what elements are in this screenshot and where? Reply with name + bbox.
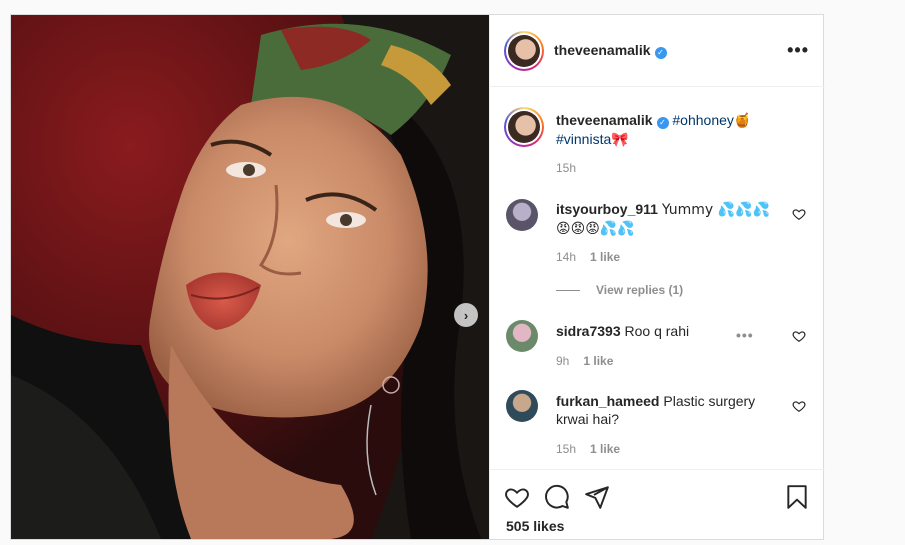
avatar-image <box>508 111 540 143</box>
commenter-avatar[interactable] <box>506 320 538 352</box>
comment-time[interactable]: 14h <box>556 250 576 264</box>
comment-body: Roo q rahi <box>624 323 690 339</box>
page: › theveenamalik ✓ ••• theveenamalik ✓ #ohh… <box>0 0 905 545</box>
verified-badge-icon: ✓ <box>656 117 669 129</box>
comment-body-line2: 😡😡😡💦💦 <box>556 221 635 237</box>
replies-divider <box>556 290 580 292</box>
next-arrow-icon: › <box>463 307 469 323</box>
comment-likes[interactable]: 1 like <box>590 442 620 456</box>
verified-badge-icon: ✓ <box>654 47 667 59</box>
view-replies-label[interactable]: View replies (1) <box>596 283 683 297</box>
post-card: › theveenamalik ✓ ••• theveenamalik ✓ #ohh… <box>10 14 825 540</box>
comment-meta: 14h 1 like <box>556 250 620 264</box>
comment-like-heart-icon[interactable] <box>792 399 806 413</box>
more-options-icon[interactable]: ••• <box>787 41 809 59</box>
comment: itsyourboy_911 Yummy 💦💦💦 😡😡😡💦💦 <box>556 200 776 238</box>
view-replies-button[interactable]: View replies (1) <box>556 283 683 297</box>
post-photo[interactable]: › <box>11 15 489 539</box>
comment-time[interactable]: 9h <box>556 354 569 368</box>
comment-likes[interactable]: 1 like <box>590 250 620 264</box>
heart-icon[interactable] <box>504 484 530 510</box>
ribbon-emoji: 🎀 <box>611 132 629 148</box>
comment-like-heart-icon[interactable] <box>792 329 806 343</box>
bookmark-icon[interactable] <box>784 484 810 510</box>
author-avatar[interactable] <box>504 31 544 71</box>
caption: theveenamalik ✓ #ohhoney🍯 #vinnista🎀 <box>556 111 806 149</box>
comment-options-icon[interactable]: ••• <box>736 327 754 343</box>
comment-like-heart-icon[interactable] <box>792 207 806 221</box>
next-photo-button[interactable]: › <box>454 303 478 327</box>
post-header: theveenamalik ✓ ••• <box>490 15 825 87</box>
comment-body-line2: krwai hai? <box>556 411 620 427</box>
comment: furkan_hameed Plastic surgery krwai hai? <box>556 392 771 428</box>
comment-icon[interactable] <box>544 484 570 510</box>
likes-count[interactable]: 505 likes <box>506 518 564 534</box>
comment: sidra7393 Roo q rahi <box>556 322 756 340</box>
hashtag-link[interactable]: #ohhoney <box>672 112 734 128</box>
avatar-image <box>508 35 540 67</box>
comment-meta: 15h 1 like <box>556 442 620 456</box>
commenter-avatar[interactable] <box>506 390 538 422</box>
comment-username[interactable]: sidra7393 <box>556 323 621 339</box>
comment-time[interactable]: 15h <box>556 442 576 456</box>
post-image <box>11 15 489 539</box>
post-actions-bar: 505 likes <box>490 469 825 539</box>
comment-body: Plastic surgery <box>663 393 756 409</box>
honey-emoji: 🍯 <box>733 113 752 129</box>
author-username[interactable]: theveenamalik ✓ <box>554 42 667 59</box>
author-username-text[interactable]: theveenamalik <box>554 42 651 58</box>
hashtag-link[interactable]: #vinnista <box>556 131 611 147</box>
post-details-panel: theveenamalik ✓ ••• theveenamalik ✓ #ohhon… <box>489 15 825 539</box>
comment-body: Yummy 💦💦💦 <box>661 202 770 218</box>
comment-username[interactable]: furkan_hameed <box>556 393 659 409</box>
comment-likes[interactable]: 1 like <box>583 354 613 368</box>
caption-username[interactable]: theveenamalik <box>556 112 653 128</box>
comment-meta: 9h 1 like <box>556 354 613 368</box>
share-icon[interactable] <box>584 484 610 510</box>
caption-author-avatar[interactable] <box>504 107 544 147</box>
comment-username[interactable]: itsyourboy_911 <box>556 201 658 217</box>
commenter-avatar[interactable] <box>506 199 538 231</box>
caption-timestamp[interactable]: 15h <box>556 161 576 175</box>
